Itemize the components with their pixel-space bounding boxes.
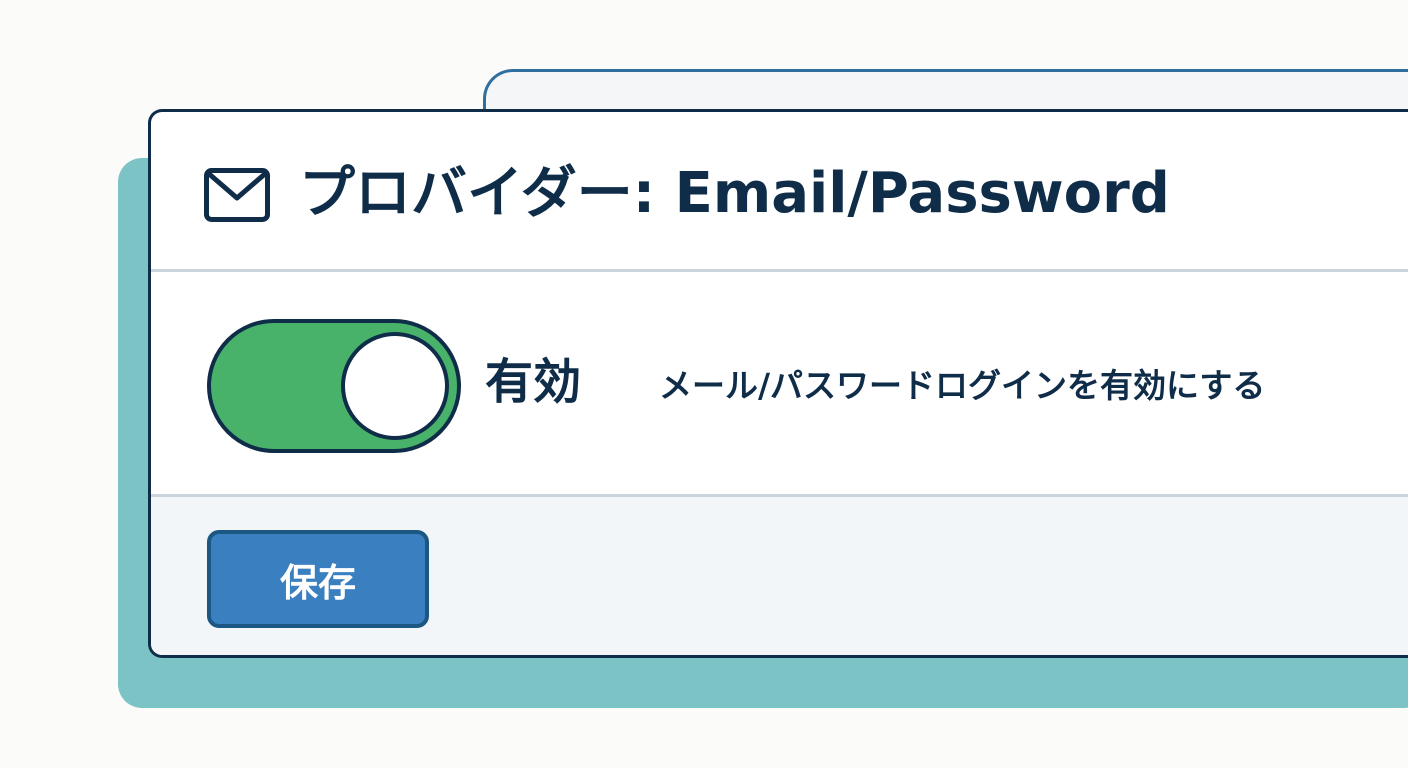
panel-footer: 保存 <box>151 497 1408 655</box>
toggle-state-label: 有効 <box>485 354 582 410</box>
enable-toggle[interactable] <box>207 319 461 453</box>
mail-icon <box>204 168 270 222</box>
page-title: プロバイダー: Email/Password <box>299 161 1170 226</box>
panel-header: プロバイダー: Email/Password <box>151 112 1408 272</box>
provider-settings-panel: プロバイダー: Email/Password 有効 メール/パスワードログインを… <box>148 109 1408 658</box>
panel-body: 有効 メール/パスワードログインを有効にする <box>151 272 1408 497</box>
toggle-description: メール/パスワードログインを有効にする <box>659 366 1266 405</box>
toggle-knob <box>341 332 449 440</box>
save-button[interactable]: 保存 <box>207 530 429 628</box>
